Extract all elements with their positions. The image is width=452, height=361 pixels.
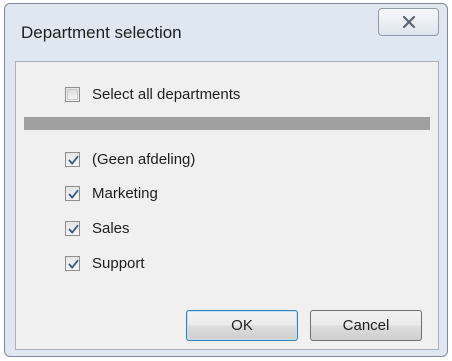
select-all-checkbox[interactable] — [65, 86, 80, 102]
dialog-body: Select all departments (Geen afdeling) M… — [15, 61, 439, 350]
close-button[interactable] — [378, 8, 439, 36]
department-checkbox[interactable] — [65, 255, 80, 271]
department-label: Support — [92, 254, 145, 272]
ok-button[interactable]: OK — [186, 310, 298, 341]
checkmark-icon — [68, 224, 79, 234]
dialog-window: Department selection Select all departme… — [4, 3, 448, 357]
department-checkbox[interactable] — [65, 151, 80, 167]
department-item-geen-afdeling[interactable]: (Geen afdeling) — [65, 149, 195, 169]
department-label: Marketing — [92, 184, 158, 202]
checkmark-icon — [68, 155, 79, 165]
dialog-title: Department selection — [21, 23, 182, 42]
department-item-support[interactable]: Support — [65, 253, 145, 273]
department-checkbox[interactable] — [65, 185, 80, 201]
checkmark-icon — [68, 189, 79, 199]
close-icon — [402, 16, 415, 28]
title-bar: Department selection — [5, 4, 447, 60]
cancel-button[interactable]: Cancel — [310, 310, 422, 341]
department-checkbox[interactable] — [65, 220, 80, 236]
department-label: Sales — [92, 219, 130, 237]
separator-bar — [24, 117, 430, 130]
department-item-sales[interactable]: Sales — [65, 218, 130, 238]
checkmark-icon — [68, 259, 79, 269]
department-label: (Geen afdeling) — [92, 150, 196, 168]
select-all-row[interactable]: Select all departments — [65, 84, 240, 104]
department-item-marketing[interactable]: Marketing — [65, 183, 158, 203]
select-all-label: Select all departments — [92, 85, 241, 103]
